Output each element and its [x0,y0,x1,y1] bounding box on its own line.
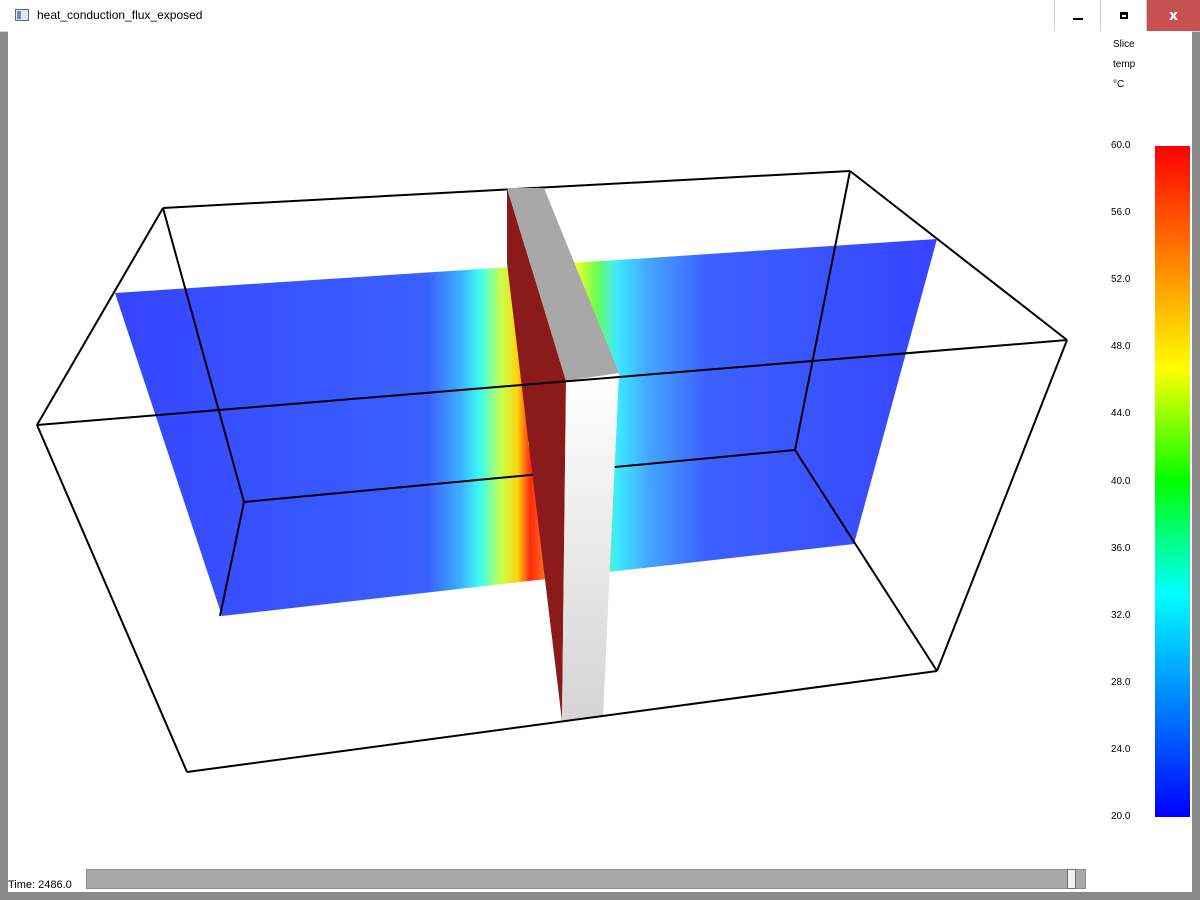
window-title: heat_conduction_flux_exposed [37,8,203,22]
color-scale-tick-label: 40.0 [1111,475,1131,487]
time-slider-thumb[interactable] [1067,869,1077,889]
wall-front-face [562,373,619,721]
color-scale-tick-label: 24.0 [1111,743,1131,755]
color-scale-bar [1155,146,1190,817]
window-app-icon [15,9,29,21]
color-scale-tick-label: 28.0 [1111,676,1131,688]
color-scale-tick-label: 56.0 [1111,207,1131,219]
close-icon: x [1168,7,1179,24]
color-scale-tick-label: 36.0 [1111,542,1131,554]
color-scale-tick-label: 52.0 [1111,274,1131,286]
minimize-icon [1072,17,1083,20]
maximize-icon [1119,12,1128,19]
legend-title: Slice temp °C [1113,39,1192,99]
title-bar[interactable]: heat_conduction_flux_exposed x [0,0,1200,32]
minimize-button[interactable] [1054,0,1100,31]
time-label: Time: 2486.0 [8,879,72,891]
legend-type-label: Slice [1113,39,1135,50]
color-scale-tick-label: 20.0 [1111,811,1131,822]
legend-quantity-label: temp [1113,59,1136,70]
render-viewport[interactable]: Slice temp °C 60.0 56.0 52.0 48.0 44.0 40.0 36… [8,31,1192,892]
color-scale-tick-label: 44.0 [1111,408,1131,420]
time-slider-track[interactable] [86,869,1086,889]
application-window: heat_conduction_flux_exposed x Slice tem… [0,0,1200,900]
maximize-button[interactable] [1100,0,1146,31]
legend-unit-label: °C [1113,79,1125,90]
color-scale-tick-label: 60.0 [1111,140,1131,151]
close-button[interactable]: x [1146,0,1200,31]
3d-scene[interactable] [8,31,1108,892]
color-scale-tick-label: 48.0 [1111,341,1131,353]
color-scale-tick-label: 32.0 [1111,609,1131,621]
